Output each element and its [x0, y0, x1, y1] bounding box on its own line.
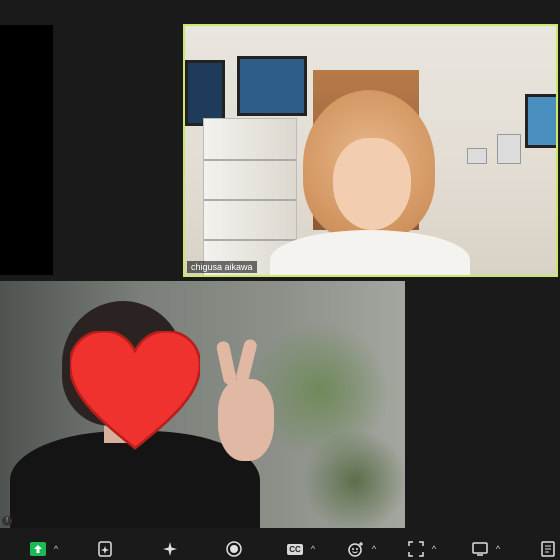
participant-name-tag: chigusa aikawa	[187, 261, 257, 273]
document-sparkle-icon[interactable]	[97, 541, 113, 557]
audio-indicator-icon: !	[2, 516, 12, 526]
intercom	[497, 134, 521, 164]
share-screen-icon[interactable]	[30, 541, 46, 557]
video-tile-self[interactable]: !	[0, 281, 405, 528]
more-icon[interactable]	[540, 541, 556, 557]
cc-label: CC	[287, 543, 303, 555]
toolbar-screen: ^	[472, 541, 502, 557]
wall-picture	[237, 56, 307, 116]
reactions-options-caret-icon[interactable]: ^	[370, 541, 378, 557]
heart-sticker-icon	[70, 331, 200, 450]
reactions-icon[interactable]	[348, 541, 364, 557]
toolbar-captions: CC ^	[287, 541, 317, 557]
screen-icon[interactable]	[472, 541, 488, 557]
ai-sparkle-icon[interactable]	[162, 541, 178, 557]
toolbar-reactions: ^	[348, 541, 378, 557]
wall-picture	[525, 94, 556, 148]
captions-options-caret-icon[interactable]: ^	[309, 541, 317, 557]
record-icon[interactable]	[226, 541, 242, 557]
participant-body	[270, 230, 470, 275]
toolbar-share-group: ^	[30, 541, 60, 557]
toolbar-docs	[97, 541, 113, 557]
wall-picture	[185, 60, 225, 126]
intercom	[467, 148, 487, 164]
video-tile-active-speaker[interactable]: chigusa aikawa	[183, 24, 558, 277]
background-blur	[300, 431, 405, 528]
meeting-toolbar: ^ CC ^ ^ ^ ^	[0, 538, 560, 560]
video-tile-blank[interactable]	[0, 25, 53, 275]
screen-options-caret-icon[interactable]: ^	[494, 541, 502, 557]
focus-icon[interactable]	[408, 541, 424, 557]
focus-options-caret-icon[interactable]: ^	[430, 541, 438, 557]
toolbar-record	[226, 541, 242, 557]
peace-sign-hand	[215, 338, 274, 461]
toolbar-ai	[162, 541, 178, 557]
toolbar-focus: ^	[408, 541, 438, 557]
participant-face	[333, 138, 411, 230]
closed-captions-icon[interactable]: CC	[287, 541, 303, 557]
toolbar-more	[540, 541, 556, 557]
share-options-caret-icon[interactable]: ^	[52, 541, 60, 557]
